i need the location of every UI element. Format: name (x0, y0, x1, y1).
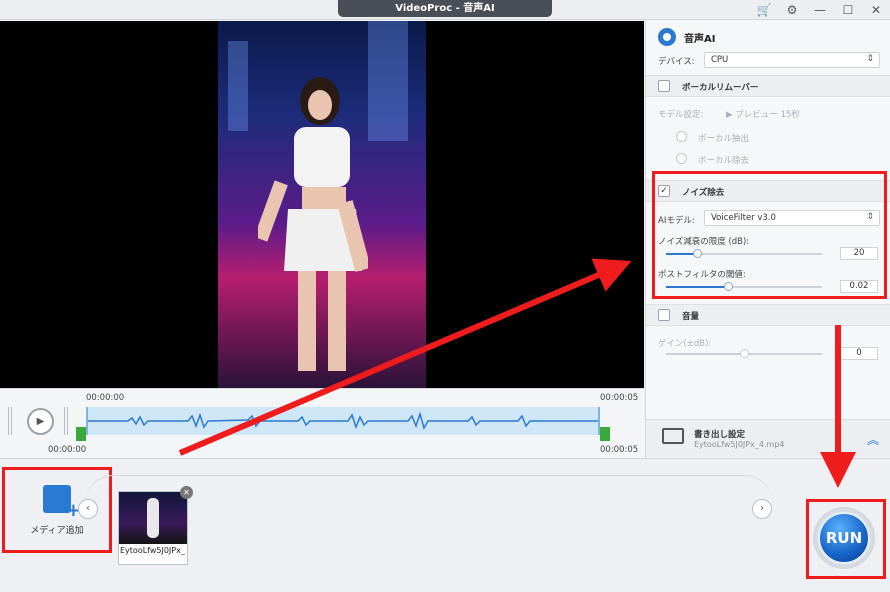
timeline-grip-left[interactable] (8, 407, 14, 435)
video-frame (218, 21, 426, 388)
gear-icon[interactable]: ⚙ (778, 0, 806, 20)
vocal-extract-radio[interactable] (676, 131, 687, 142)
performer-image (258, 77, 368, 371)
volume-section: 音量 (646, 304, 890, 326)
export-settings-title: 書き出し設定 (694, 430, 746, 440)
media-clip[interactable]: EytooLfw5J0JPx_ ✕ (118, 486, 193, 565)
gain-slider[interactable] (666, 349, 822, 358)
video-preview (0, 21, 644, 388)
timeline: ▶ 00:00:00 00:00:05 00:00:00 00:00:05 (0, 388, 644, 458)
export-settings-icon (662, 428, 684, 444)
vocal-remove-label: ボーカル除去 (698, 156, 750, 166)
cart-icon[interactable]: 🛒 (750, 0, 778, 20)
vocal-remover-section: ボーカルリムーバー (646, 75, 890, 97)
export-settings[interactable]: 書き出し設定 EytooLfw5J0JPx_4.mp4 ︽ (646, 419, 890, 457)
scroll-left-button[interactable]: ‹ (78, 499, 98, 519)
trim-end-marker[interactable] (600, 427, 610, 441)
title-bar: VideoProc - 音声AI 🛒 ⚙ — ☐ ✕ (0, 0, 890, 20)
slider-knob[interactable] (740, 349, 749, 358)
audio-ai-panel: 音声AI デバイス: CPU ⇕ ボーカルリムーバー モデル設定: ▶ プレビュ… (645, 21, 890, 458)
close-icon[interactable]: ✕ (862, 0, 890, 20)
panel-title: 音声AI (684, 33, 716, 45)
gain-label: ゲイン(±dB): (658, 339, 712, 349)
clip-thumbnail (119, 492, 187, 544)
volume-label: 音量 (682, 312, 700, 322)
audio-waveform[interactable] (86, 407, 600, 435)
device-select[interactable]: CPU ⇕ (704, 52, 880, 68)
minimize-icon[interactable]: — (806, 0, 834, 20)
play-button[interactable]: ▶ (27, 408, 54, 435)
scroll-right-button[interactable]: › (752, 499, 772, 519)
timeline-grip-right[interactable] (64, 407, 70, 435)
vocal-remove-radio[interactable] (676, 153, 687, 164)
preview-label: プレビュー 15秒 (735, 110, 800, 120)
add-video-icon (43, 484, 81, 521)
device-value: CPU (711, 55, 729, 65)
add-media-label: メディア追加 (30, 525, 84, 536)
run-button[interactable]: RUN (818, 512, 870, 564)
maximize-icon[interactable]: ☐ (834, 0, 862, 20)
volume-checkbox[interactable] (658, 309, 670, 321)
timecode-end-bottom: 00:00:05 (600, 445, 639, 455)
preview-button[interactable]: ▶ プレビュー 15秒 (726, 108, 800, 120)
chevron-updown-icon: ⇕ (866, 54, 874, 64)
chevron-up-double-icon[interactable]: ︽ (867, 431, 879, 448)
gain-input[interactable]: 0 (840, 347, 878, 360)
media-bar: メディア追加 ‹ EytooLfw5J0JPx_ ✕ › RUN (0, 458, 890, 592)
timecode-start-bottom: 00:00:00 (48, 445, 87, 455)
device-label: デバイス: (658, 57, 695, 67)
window-title: VideoProc - 音声AI (338, 0, 552, 17)
timecode-start-top: 00:00:00 (86, 393, 125, 403)
vocal-remover-checkbox[interactable] (658, 80, 670, 92)
clip-name: EytooLfw5J0JPx_ (120, 546, 185, 555)
model-setting-label: モデル設定: (658, 110, 704, 120)
remove-clip-icon[interactable]: ✕ (180, 486, 193, 499)
vocal-remover-label: ボーカルリムーバー (682, 83, 759, 93)
vocal-extract-label: ボーカル抽出 (698, 134, 750, 144)
export-file-name: EytooLfw5J0JPx_4.mp4 (694, 440, 785, 449)
trim-start-marker[interactable] (76, 427, 86, 441)
noise-highlight-box (652, 171, 887, 299)
audio-ai-icon (658, 28, 676, 46)
timecode-end-top: 00:00:05 (600, 393, 639, 403)
